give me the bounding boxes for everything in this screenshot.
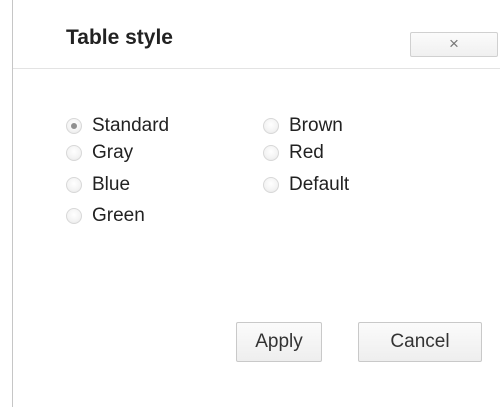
radio-label: Brown [289,115,343,136]
radio-option-brown[interactable]: Brown [263,115,343,137]
dialog-title: Table style [66,26,173,49]
apply-button[interactable]: Apply [236,322,322,362]
radio-button[interactable] [66,118,82,134]
radio-option-standard[interactable]: Standard [66,115,169,137]
radio-button[interactable] [66,145,82,161]
cancel-button[interactable]: Cancel [358,322,482,362]
radio-button[interactable] [263,177,279,193]
radio-option-default[interactable]: Default [263,174,349,196]
radio-button[interactable] [66,208,82,224]
close-icon: × [449,34,459,53]
close-button[interactable]: × [410,32,498,57]
radio-label: Blue [92,174,131,195]
radio-option-gray[interactable]: Gray [66,142,133,164]
radio-option-green[interactable]: Green [66,205,145,227]
radio-button[interactable] [263,145,279,161]
dialog-header: Table style × [13,0,500,69]
radio-label: Default [289,174,350,195]
radio-option-red[interactable]: Red [263,142,324,164]
radio-option-blue[interactable]: Blue [66,174,130,196]
radio-label: Red [289,142,324,163]
radio-label: Standard [92,115,170,136]
radio-button[interactable] [66,177,82,193]
radio-label: Gray [92,142,134,163]
radio-button[interactable] [263,118,279,134]
table-style-dialog: Table style × Standard Gray Blue Green B… [12,0,500,407]
radio-label: Green [92,205,145,226]
